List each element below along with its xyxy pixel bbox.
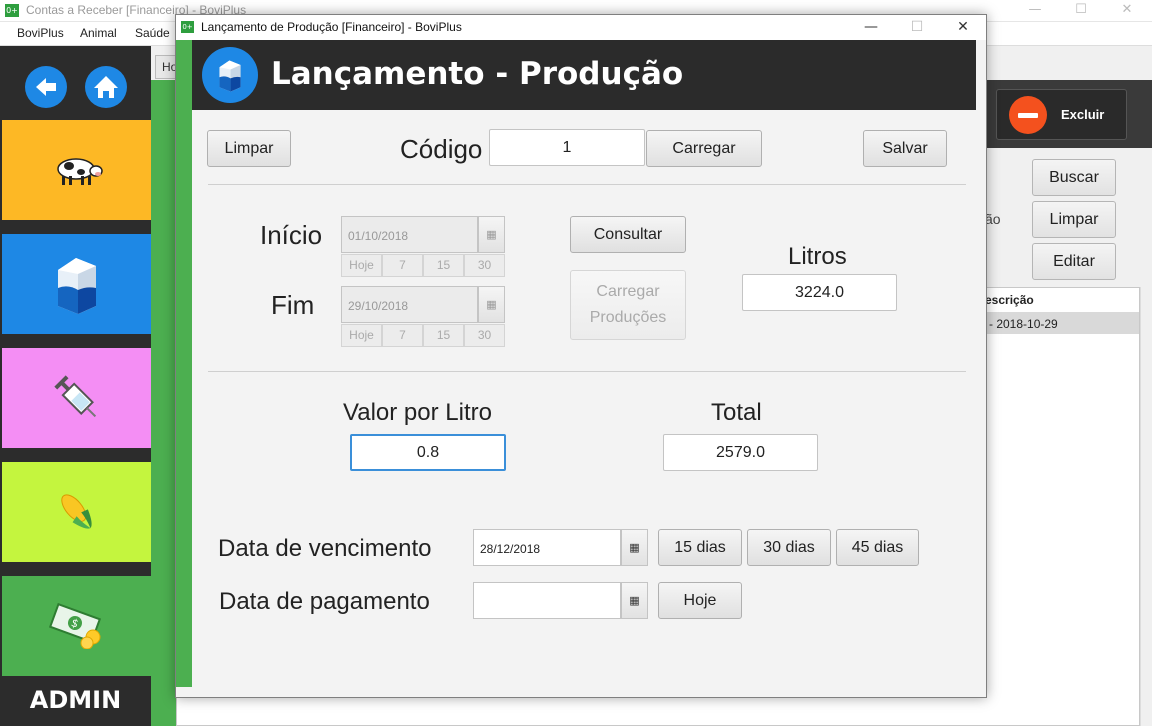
remove-icon	[1009, 96, 1047, 134]
excluir-button[interactable]: Excluir	[996, 89, 1127, 140]
codigo-input[interactable]: 1	[489, 129, 645, 166]
table-header-descricao[interactable]: escrição	[985, 293, 1034, 307]
fim-quick-15: 15	[423, 324, 464, 347]
vencimento-date-picker: 28/12/2018 ▦	[473, 529, 648, 566]
money-icon: $	[48, 603, 101, 649]
buscar-button[interactable]: Buscar	[1032, 159, 1116, 196]
sidebar-tile-alimentacao[interactable]	[2, 462, 151, 562]
calendar-icon: ▦	[478, 286, 505, 323]
milk-carton-icon	[57, 258, 96, 314]
valor-por-litro-input[interactable]: 0.8	[350, 434, 506, 471]
sidebar-tile-animal[interactable]	[2, 120, 151, 220]
calendar-icon[interactable]: ▦	[621, 529, 648, 566]
inicio-quick-15: 15	[423, 254, 464, 277]
codigo-label: Código	[400, 134, 483, 164]
inicio-quick-buttons: Hoje 7 15 30	[341, 254, 505, 277]
back-button[interactable]	[25, 66, 67, 108]
separator	[208, 371, 966, 372]
15-dias-button[interactable]: 15 dias	[658, 529, 742, 566]
dialog-accent-strip	[176, 40, 192, 687]
vencimento-date-input[interactable]: 28/12/2018	[473, 529, 621, 566]
menu-animal[interactable]: Animal	[80, 26, 117, 40]
app-logo-icon: 0+	[181, 21, 194, 33]
menu-saude[interactable]: Saúde	[135, 26, 170, 40]
30-dias-button[interactable]: 30 dias	[747, 529, 831, 566]
producao-dialog: 0+ Lançamento de Produção [Financeiro] -…	[175, 14, 987, 698]
inicio-quick-7: 7	[382, 254, 423, 277]
inicio-quick-hoje: Hoje	[341, 254, 382, 277]
hoje-button[interactable]: Hoje	[658, 582, 742, 619]
app-logo-icon: 0+	[5, 4, 19, 17]
inicio-date-picker: 01/10/2018 ▦	[341, 216, 505, 253]
fim-quick-30: 30	[464, 324, 505, 347]
home-button[interactable]	[85, 66, 127, 108]
consultar-button[interactable]: Consultar	[570, 216, 686, 253]
excluir-label: Excluir	[1061, 107, 1105, 122]
minimize-icon[interactable]: —	[1012, 0, 1058, 22]
editar-button[interactable]: Editar	[1032, 243, 1116, 280]
content-accent-strip	[151, 80, 176, 726]
fim-quick-buttons: Hoje 7 15 30	[341, 324, 505, 347]
salvar-button[interactable]: Salvar	[863, 130, 947, 167]
sidebar-tile-financeiro[interactable]: $	[2, 576, 151, 676]
45-dias-button[interactable]: 45 dias	[836, 529, 919, 566]
fim-date-input: 29/10/2018	[341, 286, 478, 323]
litros-field[interactable]: 3224.0	[742, 274, 897, 311]
calendar-icon[interactable]: ▦	[621, 582, 648, 619]
total-field[interactable]: 2579.0	[663, 434, 818, 471]
valor-por-litro-label: Valor por Litro	[343, 399, 492, 426]
carregar-button[interactable]: Carregar	[646, 130, 762, 167]
fim-quick-hoje: Hoje	[341, 324, 382, 347]
pagamento-date-input[interactable]	[473, 582, 621, 619]
partial-label: ão	[985, 211, 1001, 227]
calendar-icon: ▦	[478, 216, 505, 253]
sidebar-tile-producao[interactable]	[2, 234, 151, 334]
home-icon	[94, 76, 118, 98]
limpar-button-main[interactable]: Limpar	[1032, 201, 1116, 238]
fim-label: Fim	[271, 290, 315, 320]
fim-date-picker: 29/10/2018 ▦	[341, 286, 505, 323]
table-scrollbar[interactable]	[1140, 287, 1152, 726]
carregar-producoes-button: Carregar Produções	[570, 270, 686, 340]
close-icon[interactable]: ✕	[940, 15, 986, 40]
limpar-button[interactable]: Limpar	[207, 130, 291, 167]
carregar-producoes-label-line2: Produções	[589, 309, 667, 326]
milk-carton-icon	[202, 47, 258, 103]
carregar-producoes-label-line1: Carregar	[596, 283, 660, 300]
menu-boviplus[interactable]: BoviPlus	[17, 26, 64, 40]
table-cell: - 2018-10-29	[989, 317, 1058, 331]
maximize-icon[interactable]: ☐	[1058, 0, 1104, 22]
inicio-label: Início	[260, 220, 323, 250]
fim-quick-7: 7	[382, 324, 423, 347]
dialog-title: Lançamento de Produção [Financeiro] - Bo…	[201, 20, 462, 34]
cow-icon	[56, 158, 103, 185]
dialog-header-title: Lançamento - Produção	[271, 56, 684, 92]
maximize-icon: ☐	[910, 19, 924, 35]
pagamento-label: Data de pagamento	[219, 588, 430, 615]
minimize-icon[interactable]: —	[848, 15, 894, 40]
arrow-left-icon	[36, 78, 56, 96]
sidebar-tile-saude[interactable]	[2, 348, 151, 448]
admin-label[interactable]: ADMIN	[0, 686, 151, 714]
inicio-date-input: 01/10/2018	[341, 216, 478, 253]
litros-label: Litros	[788, 243, 847, 270]
inicio-quick-30: 30	[464, 254, 505, 277]
sidebar: $ ADMIN	[0, 46, 151, 726]
dialog-title-bar: 0+ Lançamento de Produção [Financeiro] -…	[176, 15, 986, 40]
close-icon[interactable]: ✕	[1104, 0, 1150, 22]
dialog-header: Lançamento - Produção	[192, 40, 976, 110]
pagamento-date-picker: ▦	[473, 582, 648, 619]
vencimento-label: Data de vencimento	[218, 535, 432, 562]
total-label: Total	[711, 399, 762, 426]
separator	[208, 184, 966, 185]
syringe-icon	[53, 375, 96, 418]
corn-icon	[60, 494, 92, 529]
